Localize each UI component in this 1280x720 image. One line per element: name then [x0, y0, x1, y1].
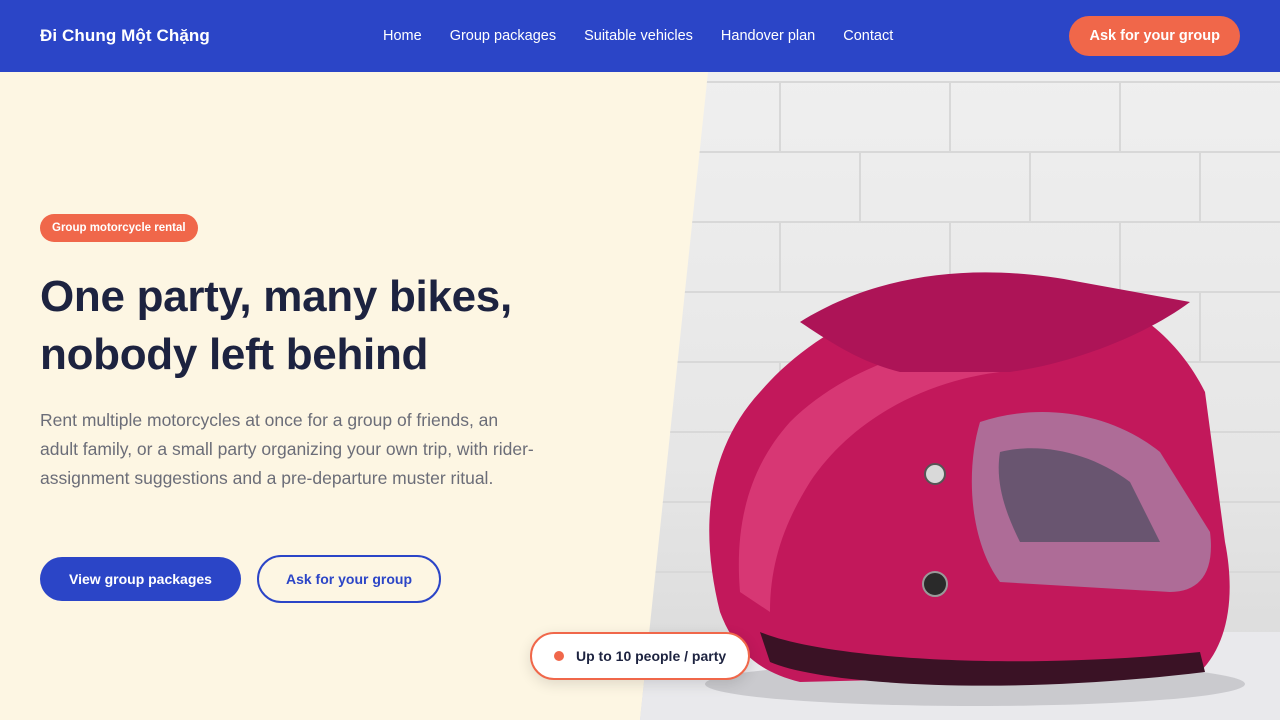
nav-contact[interactable]: Contact: [843, 28, 893, 44]
nav-home[interactable]: Home: [383, 28, 422, 44]
status-dot-icon: [554, 651, 564, 661]
hero-headline: One party, many bikes, nobody left behin…: [40, 268, 600, 384]
helmet-screw-bottom: [922, 571, 948, 597]
helmet-photo-illustration: [640, 81, 1280, 720]
main-nav: Home Group packages Suitable vehicles Ha…: [383, 0, 893, 72]
nav-handover-plan[interactable]: Handover plan: [721, 28, 815, 44]
ask-for-group-button[interactable]: Ask for your group: [257, 555, 441, 603]
nav-suitable-vehicles[interactable]: Suitable vehicles: [584, 28, 693, 44]
hero-description: Rent multiple motorcycles at once for a …: [40, 410, 534, 488]
hero-helmet-image: [640, 72, 1280, 720]
view-group-packages-button[interactable]: View group packages: [40, 557, 241, 601]
category-badge: Group motorcycle rental: [40, 214, 198, 242]
brand-logo[interactable]: Đi Chung Một Chặng: [40, 26, 210, 46]
nav-group-packages[interactable]: Group packages: [450, 28, 556, 44]
top-navbar: Đi Chung Một Chặng Home Group packages S…: [0, 0, 1280, 72]
capacity-pill: Up to 10 people / party: [530, 632, 750, 680]
helmet-screw-top: [924, 463, 946, 485]
capacity-text: Up to 10 people / party: [576, 648, 727, 664]
headline-line-1: One party, many bikes,: [40, 272, 512, 321]
header-ask-button[interactable]: Ask for your group: [1069, 16, 1240, 56]
headline-line-2: nobody left behind: [40, 330, 429, 379]
